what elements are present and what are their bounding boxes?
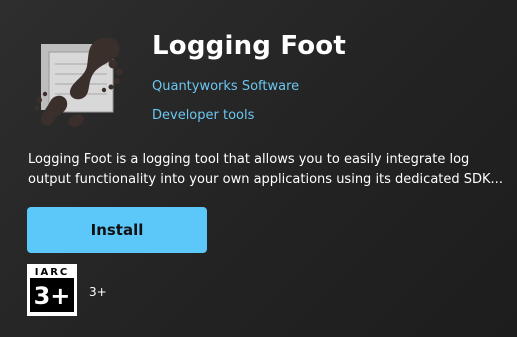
publisher-link[interactable]: Quantyworks Software (152, 79, 299, 94)
description-line: output functionality into your own appli… (28, 172, 503, 187)
app-icon (27, 28, 131, 132)
app-description: Logging Foot is a logging tool that allo… (28, 150, 503, 190)
age-rating-label: 3+ (89, 285, 107, 299)
app-details-panel: Logging Foot Quantyworks Software Develo… (0, 0, 517, 337)
iarc-rating-badge: IARC 3+ (27, 264, 77, 316)
category-link[interactable]: Developer tools (152, 108, 254, 123)
rating-badge-value: 3+ (30, 280, 74, 312)
install-button[interactable]: Install (27, 207, 207, 253)
rating-authority: IARC (30, 267, 74, 280)
description-line: Logging Foot is a logging tool that allo… (28, 152, 470, 167)
app-title: Logging Foot (152, 31, 346, 61)
footprint-log-icon (34, 37, 123, 127)
